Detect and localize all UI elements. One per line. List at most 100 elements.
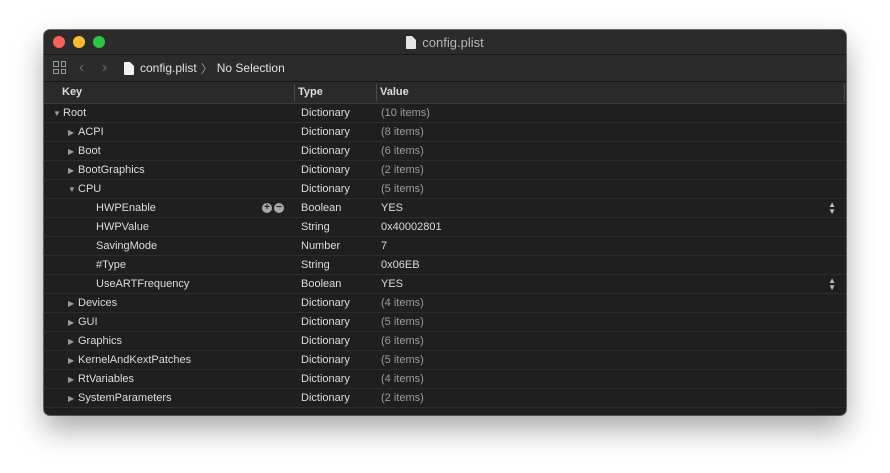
table-row[interactable]: HWPValue String 0x40002801 [44,218,846,237]
disclosure-collapsed-icon[interactable]: ▶ [68,143,78,161]
table-row[interactable]: #Type String 0x06EB [44,256,846,275]
disclosure-collapsed-icon[interactable]: ▶ [68,124,78,142]
table-row[interactable]: ▼ CPU Dictionary (5 items) [44,180,846,199]
row-type[interactable]: Dictionary [301,142,350,160]
row-key: ▶ ACPI [68,123,104,142]
document-icon [406,35,417,49]
column-header-value[interactable]: Value [380,82,409,103]
row-value[interactable]: 0x40002801 [381,218,442,236]
breadcrumb: config.plist 〉 No Selection [124,55,285,81]
table-row[interactable]: ▶ GUI Dictionary (5 items) [44,313,846,332]
disclosure-collapsed-icon[interactable]: ▶ [68,295,78,313]
table-row[interactable]: HWPEnable + − Boolean YES ▲ ▼ [44,199,846,218]
table-row[interactable]: ▶ Graphics Dictionary (6 items) [44,332,846,351]
row-type[interactable]: Dictionary [301,351,350,369]
table-row[interactable]: ▶ RtVariables Dictionary (4 items) [44,370,846,389]
row-type[interactable]: Number [301,237,340,255]
breadcrumb-file[interactable]: config.plist [140,61,197,75]
row-value[interactable]: 7 [381,237,387,255]
breadcrumb-selection[interactable]: No Selection [217,61,285,75]
row-value: (6 items) [381,145,424,157]
row-key: ▶ GUI [68,313,98,332]
row-controls: + − [262,203,284,213]
disclosure-collapsed-icon[interactable]: ▶ [68,390,78,408]
related-items-grid-icon[interactable] [53,61,66,74]
row-value: (5 items) [381,354,424,366]
row-key[interactable]: HWPEnable [96,199,156,217]
row-type[interactable]: Dictionary [301,370,350,388]
column-divider[interactable] [294,84,295,101]
table-header: Key Type Value [44,82,846,104]
table-row[interactable]: ▶ ACPI Dictionary (8 items) [44,123,846,142]
disclosure-collapsed-icon[interactable]: ▶ [68,352,78,370]
row-value: (4 items) [381,297,424,309]
row-type[interactable]: Boolean [301,199,341,217]
row-type[interactable]: Dictionary [301,332,350,350]
row-value: (6 items) [381,335,424,347]
value-popup-chevron-icon[interactable]: ▲ ▼ [828,277,836,292]
row-value: (10 items) [381,107,430,119]
row-key: ▶ KernelAndKextPatches [68,351,191,370]
table-row[interactable]: ▶ BootGraphics Dictionary (2 items) [44,161,846,180]
disclosure-expanded-icon[interactable]: ▼ [68,181,78,199]
row-key: ▶ BootGraphics [68,161,145,180]
row-key[interactable]: SavingMode [96,237,157,255]
row-type[interactable]: Dictionary [301,161,350,179]
value-popup-chevron-icon[interactable]: ▲ ▼ [828,201,836,216]
column-header-type[interactable]: Type [298,82,323,103]
breadcrumb-separator-icon: 〉 [200,61,213,76]
row-key[interactable]: UseARTFrequency [96,275,189,293]
table-row[interactable]: ▼ Root Dictionary (10 items) [44,104,846,123]
plist-editor-window: config.plist ‹ › config.plist 〉 No Selec… [44,30,846,415]
table-row[interactable]: ▶ SystemParameters Dictionary (2 items) [44,389,846,408]
row-key: ▶ Devices [68,294,117,313]
row-value[interactable]: YES [381,275,403,293]
column-header-key[interactable]: Key [62,82,82,103]
table-row[interactable]: ▶ Devices Dictionary (4 items) [44,294,846,313]
row-type[interactable]: String [301,218,330,236]
row-type[interactable]: Dictionary [301,104,350,122]
add-item-icon[interactable]: + [262,203,272,213]
row-type[interactable]: Dictionary [301,313,350,331]
row-value: (2 items) [381,392,424,404]
row-key: ▶ RtVariables [68,370,134,389]
window-title: config.plist [422,34,484,50]
row-key: ▼ Root [53,104,86,123]
row-type[interactable]: Dictionary [301,180,350,198]
disclosure-collapsed-icon[interactable]: ▶ [68,333,78,351]
remove-item-icon[interactable]: − [274,203,284,213]
row-value: (5 items) [381,183,424,195]
row-type[interactable]: Dictionary [301,389,350,407]
row-type[interactable]: String [301,256,330,274]
row-key: ▼ CPU [68,180,101,199]
row-value[interactable]: 0x06EB [381,256,420,274]
window-title-area: config.plist [44,30,846,54]
table-row[interactable]: ▶ KernelAndKextPatches Dictionary (5 item… [44,351,846,370]
row-value[interactable]: YES [381,199,403,217]
row-key[interactable]: #Type [96,256,126,274]
table-row[interactable]: SavingMode Number 7 [44,237,846,256]
row-type[interactable]: Dictionary [301,123,350,141]
row-key: ▶ Graphics [68,332,122,351]
table-row[interactable]: UseARTFrequency Boolean YES ▲ ▼ [44,275,846,294]
disclosure-collapsed-icon[interactable]: ▶ [68,314,78,332]
disclosure-collapsed-icon[interactable]: ▶ [68,162,78,180]
disclosure-collapsed-icon[interactable]: ▶ [68,371,78,389]
row-type[interactable]: Dictionary [301,294,350,312]
row-key[interactable]: HWPValue [96,218,149,236]
row-value: (2 items) [381,164,424,176]
column-divider[interactable] [376,84,377,101]
row-key: ▶ SystemParameters [68,389,172,408]
row-value: (5 items) [381,316,424,328]
row-value: (8 items) [381,126,424,138]
table-row[interactable]: ▶ Boot Dictionary (6 items) [44,142,846,161]
row-type[interactable]: Boolean [301,275,341,293]
chevron-right-icon[interactable]: › [102,60,107,75]
property-list-outline: ▼ Root Dictionary (10 items) ▶ ACPI Dictio… [44,104,846,408]
file-icon [124,61,134,75]
disclosure-expanded-icon[interactable]: ▼ [53,105,63,123]
column-divider [844,84,845,101]
chevron-left-icon[interactable]: ‹ [79,60,84,75]
row-key: ▶ Boot [68,142,101,161]
row-value: (4 items) [381,373,424,385]
